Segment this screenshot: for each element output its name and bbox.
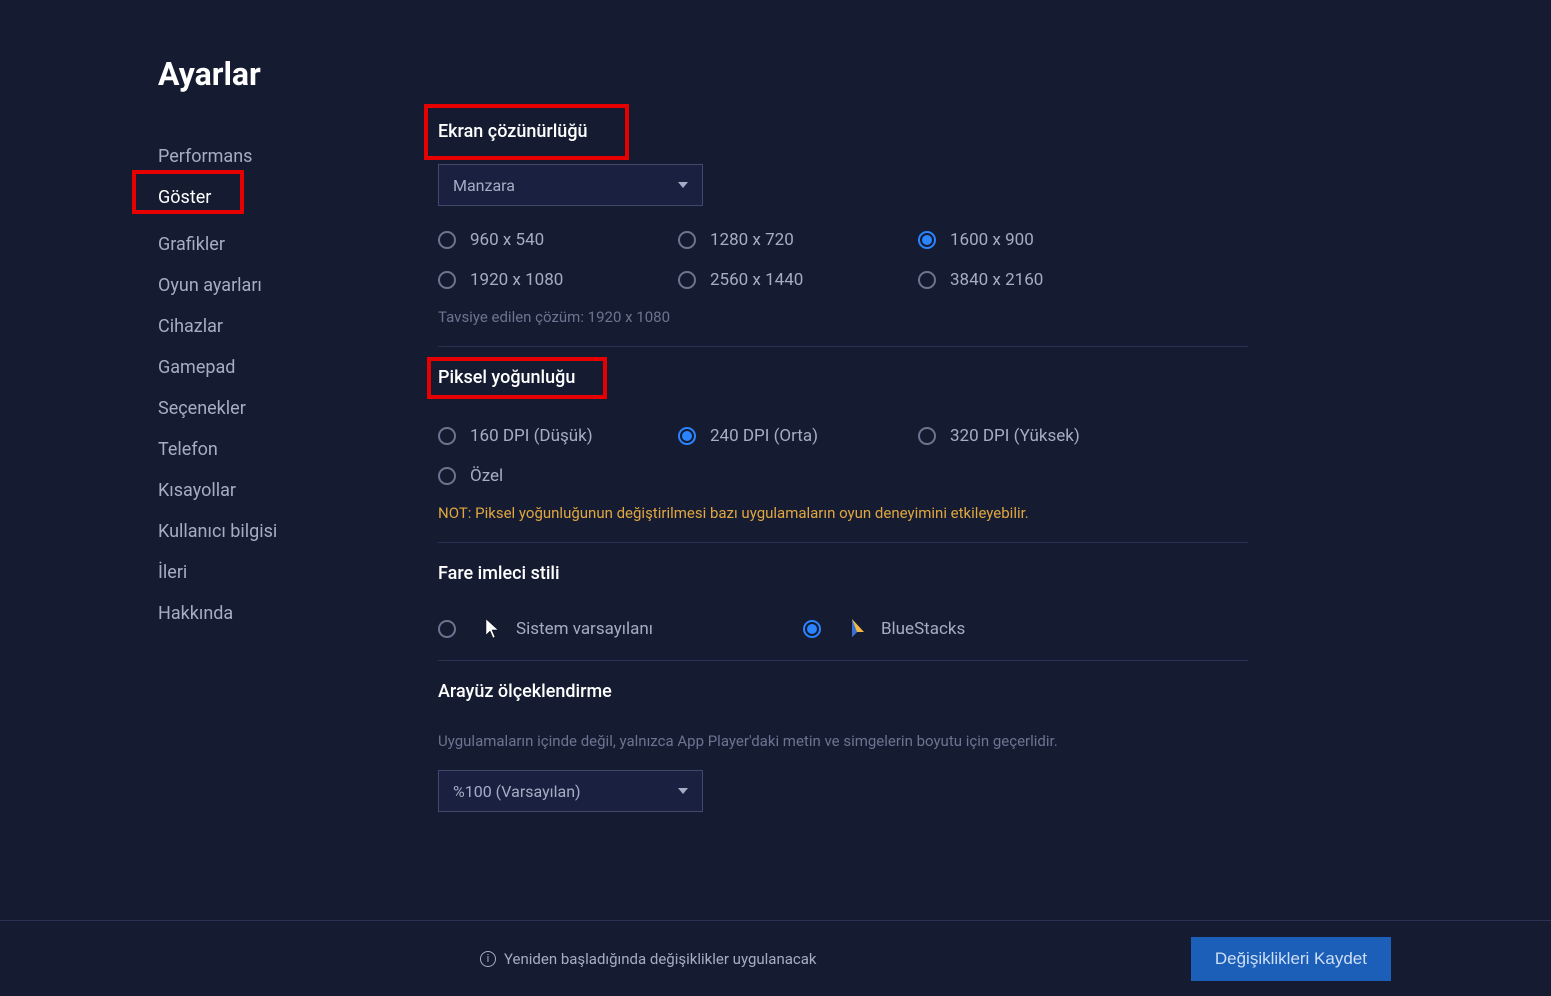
dpi-title: Piksel yoğunluğu bbox=[438, 367, 575, 388]
sidebar-item[interactable]: Grafikler bbox=[158, 226, 438, 263]
sidebar-item[interactable]: Göster bbox=[158, 179, 438, 222]
radio-icon bbox=[678, 427, 696, 445]
sidebar-item-label: Göster bbox=[158, 187, 211, 208]
sidebar-item-label: Hakkında bbox=[158, 603, 233, 624]
resolution-option[interactable]: 3840 x 2160 bbox=[918, 270, 1158, 290]
dpi-option[interactable]: 240 DPI (Orta) bbox=[678, 426, 918, 446]
sidebar-item-label: Oyun ayarları bbox=[158, 275, 262, 296]
radio-label: 3840 x 2160 bbox=[950, 270, 1043, 290]
radio-label: Özel bbox=[470, 466, 503, 486]
cursor-option[interactable]: BlueStacks bbox=[803, 618, 965, 640]
sidebar-item[interactable]: Telefon bbox=[158, 431, 438, 468]
radio-label: 320 DPI (Yüksek) bbox=[950, 426, 1080, 446]
sidebar-item-label: Kısayollar bbox=[158, 480, 236, 501]
sidebar-item-label: Cihazlar bbox=[158, 316, 223, 337]
scaling-title: Arayüz ölçeklendirme bbox=[438, 681, 612, 702]
sidebar-item[interactable]: Cihazlar bbox=[158, 308, 438, 345]
sidebar-item-label: Grafikler bbox=[158, 234, 225, 255]
radio-label: 240 DPI (Orta) bbox=[710, 426, 818, 446]
dpi-option[interactable]: 320 DPI (Yüksek) bbox=[918, 426, 1158, 446]
radio-label: Sistem varsayılanı bbox=[516, 619, 653, 639]
radio-icon bbox=[438, 620, 456, 638]
sidebar-item-label: İleri bbox=[158, 562, 187, 583]
radio-label: 160 DPI (Düşük) bbox=[470, 426, 593, 446]
radio-icon bbox=[803, 620, 821, 638]
chevron-down-icon bbox=[678, 182, 688, 188]
radio-icon bbox=[918, 271, 936, 289]
radio-label: 1280 x 720 bbox=[710, 230, 794, 250]
radio-label: 1920 x 1080 bbox=[470, 270, 563, 290]
orientation-value: Manzara bbox=[453, 176, 515, 195]
divider bbox=[438, 542, 1248, 543]
radio-label: 2560 x 1440 bbox=[710, 270, 803, 290]
sidebar-item-label: Gamepad bbox=[158, 357, 235, 378]
info-icon: i bbox=[480, 951, 496, 967]
resolution-option[interactable]: 1920 x 1080 bbox=[438, 270, 678, 290]
footer-info-text: Yeniden başladığında değişiklikler uygul… bbox=[504, 950, 817, 968]
dpi-section: Piksel yoğunluğu 160 DPI (Düşük) 240 DPI … bbox=[438, 367, 1248, 522]
radio-label: 1600 x 900 bbox=[950, 230, 1034, 250]
radio-icon bbox=[438, 271, 456, 289]
radio-icon bbox=[438, 427, 456, 445]
resolution-option[interactable]: 1280 x 720 bbox=[678, 230, 918, 250]
cursor-system-icon bbox=[484, 618, 502, 640]
divider bbox=[438, 346, 1248, 347]
sidebar-item[interactable]: Hakkında bbox=[158, 595, 438, 632]
chevron-down-icon bbox=[678, 788, 688, 794]
radio-icon bbox=[438, 467, 456, 485]
sidebar-item-label: Telefon bbox=[158, 439, 218, 460]
sidebar-item[interactable]: Kısayollar bbox=[158, 472, 438, 509]
cursor-option[interactable]: Sistem varsayılanı bbox=[438, 618, 653, 640]
save-button[interactable]: Değişiklikleri Kaydet bbox=[1191, 937, 1391, 981]
scaling-section: Arayüz ölçeklendirme Uygulamaların içind… bbox=[438, 681, 1248, 812]
resolution-section: Ekran çözünürlüğü Manzara 960 x 540 1280 … bbox=[438, 121, 1248, 326]
sidebar-item-label: Kullanıcı bilgisi bbox=[158, 521, 277, 542]
footer-info: i Yeniden başladığında değişiklikler uyg… bbox=[480, 950, 817, 968]
sidebar-item[interactable]: Kullanıcı bilgisi bbox=[158, 513, 438, 550]
scaling-dropdown[interactable]: %100 (Varsayılan) bbox=[438, 770, 703, 812]
radio-icon bbox=[678, 231, 696, 249]
radio-icon bbox=[438, 231, 456, 249]
radio-icon bbox=[918, 427, 936, 445]
cursor-bluestacks-icon bbox=[849, 618, 867, 640]
radio-icon bbox=[678, 271, 696, 289]
sidebar-item[interactable]: Seçenekler bbox=[158, 390, 438, 427]
dpi-warning: NOT: Piksel yoğunluğunun değiştirilmesi … bbox=[438, 504, 1248, 522]
sidebar-item-label: Performans bbox=[158, 146, 252, 167]
radio-label: 960 x 540 bbox=[470, 230, 544, 250]
divider bbox=[438, 660, 1248, 661]
resolution-option[interactable]: 2560 x 1440 bbox=[678, 270, 918, 290]
orientation-dropdown[interactable]: Manzara bbox=[438, 164, 703, 206]
resolution-hint: Tavsiye edilen çözüm: 1920 x 1080 bbox=[438, 308, 1248, 326]
cursor-title: Fare imleci stili bbox=[438, 563, 560, 584]
page-title: Ayarlar bbox=[158, 55, 438, 93]
sidebar-item[interactable]: Gamepad bbox=[158, 349, 438, 386]
sidebar-item-label: Seçenekler bbox=[158, 398, 246, 419]
resolution-option[interactable]: 1600 x 900 bbox=[918, 230, 1158, 250]
dpi-option[interactable]: Özel bbox=[438, 466, 678, 486]
radio-icon bbox=[918, 231, 936, 249]
scaling-value: %100 (Varsayılan) bbox=[453, 782, 581, 801]
resolution-option[interactable]: 960 x 540 bbox=[438, 230, 678, 250]
dpi-option[interactable]: 160 DPI (Düşük) bbox=[438, 426, 678, 446]
sidebar-item[interactable]: Performans bbox=[158, 138, 438, 175]
cursor-section: Fare imleci stili Sistem varsayılanı Blue… bbox=[438, 563, 1248, 640]
resolution-title: Ekran çözünürlüğü bbox=[438, 121, 588, 142]
scaling-description: Uygulamaların içinde değil, yalnızca App… bbox=[438, 732, 1248, 750]
sidebar-item[interactable]: Oyun ayarları bbox=[158, 267, 438, 304]
footer-bar: i Yeniden başladığında değişiklikler uyg… bbox=[0, 920, 1551, 996]
settings-nav: Performans Göster Grafikler Oyun ayarları Ci… bbox=[158, 138, 438, 632]
radio-label: BlueStacks bbox=[881, 619, 965, 639]
sidebar-item[interactable]: İleri bbox=[158, 554, 438, 591]
